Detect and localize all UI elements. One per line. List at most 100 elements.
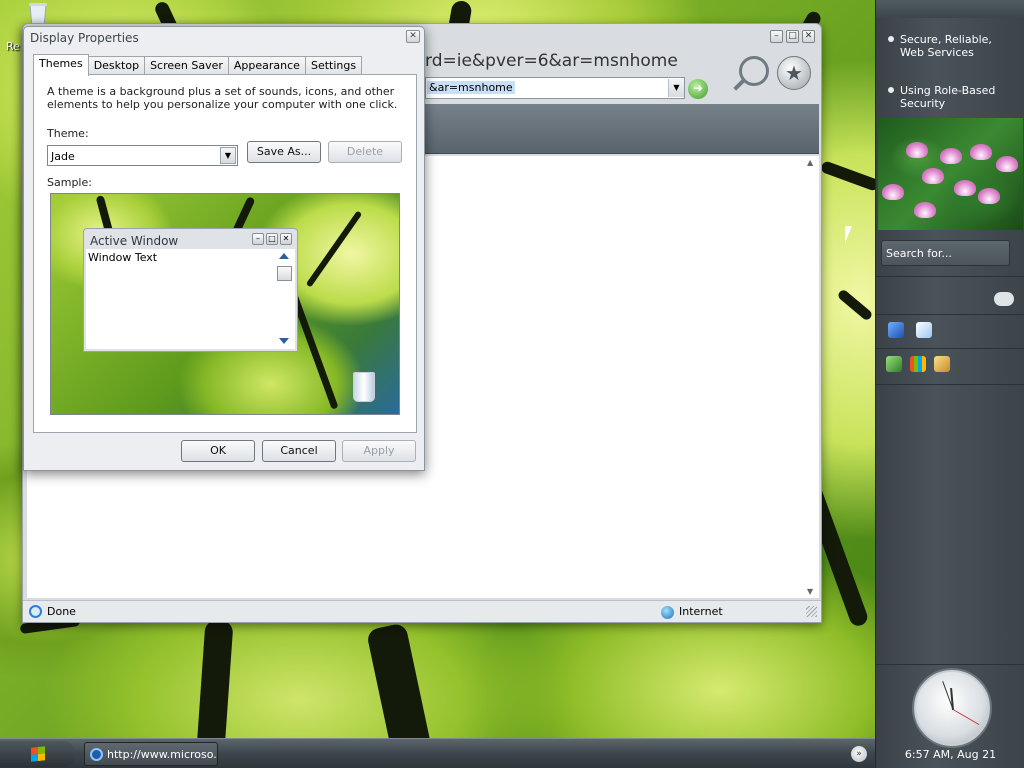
preview-recycle-bin-icon bbox=[353, 372, 375, 402]
clock-gadget[interactable] bbox=[914, 670, 990, 746]
keys-icon[interactable] bbox=[934, 356, 950, 372]
messenger-icon[interactable] bbox=[888, 322, 904, 338]
cancel-button[interactable]: Cancel bbox=[262, 440, 336, 462]
preview-minimize-icon: – bbox=[252, 233, 264, 245]
wallpaper-branch bbox=[819, 160, 881, 192]
delete-button[interactable]: Delete bbox=[328, 141, 402, 163]
bullet-icon bbox=[888, 87, 894, 93]
preview-branch bbox=[305, 210, 363, 288]
go-button[interactable]: ➜ bbox=[688, 79, 708, 99]
apply-button[interactable]: Apply bbox=[342, 440, 416, 462]
tab-desktop[interactable]: Desktop bbox=[87, 56, 146, 75]
ie-address-title: rd=ie&pver=6&ar=msnhome bbox=[425, 51, 678, 71]
flower bbox=[914, 202, 936, 218]
taskbar-ie-button[interactable]: http://www.microso... bbox=[84, 742, 218, 766]
flower bbox=[970, 144, 992, 160]
theme-select[interactable]: Jade ▼ bbox=[47, 145, 238, 166]
sidebar-divider bbox=[876, 664, 1024, 665]
sidebar-divider bbox=[876, 384, 1024, 385]
status-bar: Done Internet bbox=[23, 600, 821, 622]
sidebar-link-role-security[interactable]: Using Role-Based Security bbox=[888, 84, 996, 110]
ie-toolbar-band bbox=[425, 104, 819, 154]
taskbar-ie-label: http://www.microso... bbox=[107, 748, 218, 761]
green-arrow-icon[interactable] bbox=[886, 356, 902, 372]
status-done: Done bbox=[47, 605, 76, 618]
clock-time-text: 6:57 AM, Aug 21 bbox=[904, 748, 997, 761]
ie-caption-buttons: – □ ✕ bbox=[770, 30, 815, 43]
wallpaper-branch bbox=[836, 288, 874, 322]
preview-scroll-up-icon bbox=[279, 253, 289, 259]
flower bbox=[922, 168, 944, 184]
themes-panel: A theme is a background plus a set of so… bbox=[33, 74, 417, 433]
mouse-cursor bbox=[845, 226, 852, 243]
resize-grip[interactable] bbox=[806, 606, 817, 617]
tab-settings[interactable]: Settings bbox=[304, 56, 363, 75]
windows-flag-icon[interactable] bbox=[910, 356, 926, 372]
ok-button[interactable]: OK bbox=[181, 440, 255, 462]
tab-screen-saver[interactable]: Screen Saver bbox=[144, 56, 229, 75]
sidebar-search-input[interactable]: Search for... bbox=[881, 240, 1010, 266]
theme-select-value: Jade bbox=[51, 150, 75, 163]
start-button[interactable] bbox=[0, 741, 76, 767]
preview-close-icon: ✕ bbox=[280, 233, 292, 245]
favorites-star-icon[interactable]: ★ bbox=[777, 56, 811, 90]
preview-scroll-down-icon bbox=[279, 338, 289, 344]
preview-active-window: Active Window – □ ✕ Window Text bbox=[83, 228, 298, 352]
sidebar-divider bbox=[876, 348, 1024, 349]
dialog-close-button[interactable]: ✕ bbox=[406, 30, 420, 43]
tab-themes[interactable]: Themes bbox=[33, 54, 89, 76]
dialog-title: Display Properties bbox=[30, 31, 139, 45]
recycle-bin-label: Re bbox=[6, 40, 20, 53]
tab-appearance[interactable]: Appearance bbox=[227, 56, 306, 75]
sidebar-top-bar bbox=[876, 0, 1024, 18]
close-button[interactable]: ✕ bbox=[802, 30, 815, 43]
flower bbox=[940, 148, 962, 164]
notepad-icon[interactable] bbox=[916, 322, 932, 338]
ie-icon bbox=[90, 748, 103, 761]
theme-label: Theme: bbox=[47, 127, 89, 140]
flower bbox=[978, 188, 1000, 204]
theme-sample-preview: Active Window – □ ✕ Window Text bbox=[50, 193, 400, 415]
preview-window-title: Active Window bbox=[90, 234, 179, 248]
preview-caption-buttons: – □ ✕ bbox=[252, 233, 292, 245]
address-selected-text: &ar=msnhome bbox=[427, 81, 515, 94]
flower bbox=[954, 180, 976, 196]
minimize-button[interactable]: – bbox=[770, 30, 783, 43]
address-dropdown-button[interactable]: ▼ bbox=[668, 79, 684, 97]
sidebar-divider bbox=[876, 276, 1024, 277]
vertical-scrollbar[interactable]: ▲ ▼ bbox=[803, 156, 819, 598]
sidebar-link-label: Secure, Reliable, Web Services bbox=[900, 33, 992, 59]
page-icon bbox=[29, 605, 42, 618]
sidebar-link-web-services[interactable]: Secure, Reliable, Web Services bbox=[888, 33, 996, 59]
sample-label: Sample: bbox=[47, 176, 92, 189]
maximize-button[interactable]: □ bbox=[786, 30, 799, 43]
tray-chevron-icon[interactable]: » bbox=[851, 746, 867, 762]
status-zone: Internet bbox=[679, 605, 723, 618]
search-icon[interactable] bbox=[739, 56, 769, 86]
taskbar: http://www.microso... » bbox=[0, 738, 875, 768]
theme-description: A theme is a background plus a set of so… bbox=[47, 85, 398, 111]
display-properties-dialog[interactable]: Display Properties ✕ Themes Desktop Scre… bbox=[23, 26, 425, 471]
preview-scroll-thumb bbox=[277, 266, 292, 281]
preview-window-text: Window Text bbox=[88, 251, 158, 264]
scroll-down-arrow[interactable]: ▼ bbox=[807, 587, 813, 596]
scroll-up-arrow[interactable]: ▲ bbox=[807, 158, 813, 167]
chat-bubble-icon[interactable] bbox=[994, 292, 1014, 306]
windows-logo-icon bbox=[31, 746, 45, 762]
flower bbox=[996, 156, 1018, 172]
preview-maximize-icon: □ bbox=[266, 233, 278, 245]
sidebar-divider bbox=[876, 314, 1024, 315]
windows-sidebar: Secure, Reliable, Web Services Using Rol… bbox=[875, 0, 1024, 768]
bullet-icon bbox=[888, 36, 894, 42]
sidebar-link-label: Using Role-Based Security bbox=[900, 84, 996, 110]
clock-second-hand bbox=[952, 709, 980, 725]
address-bar[interactable]: &ar=msnhome bbox=[425, 77, 685, 99]
chevron-down-icon[interactable]: ▼ bbox=[220, 147, 236, 164]
flower bbox=[906, 142, 928, 158]
save-as-button[interactable]: Save As... bbox=[247, 141, 321, 163]
flower bbox=[882, 184, 904, 200]
preview-window-body: Window Text bbox=[86, 249, 295, 349]
tab-strip: Themes Desktop Screen Saver Appearance S… bbox=[33, 54, 363, 76]
internet-zone-icon bbox=[661, 606, 674, 619]
slideshow-gadget-image[interactable] bbox=[878, 118, 1023, 230]
